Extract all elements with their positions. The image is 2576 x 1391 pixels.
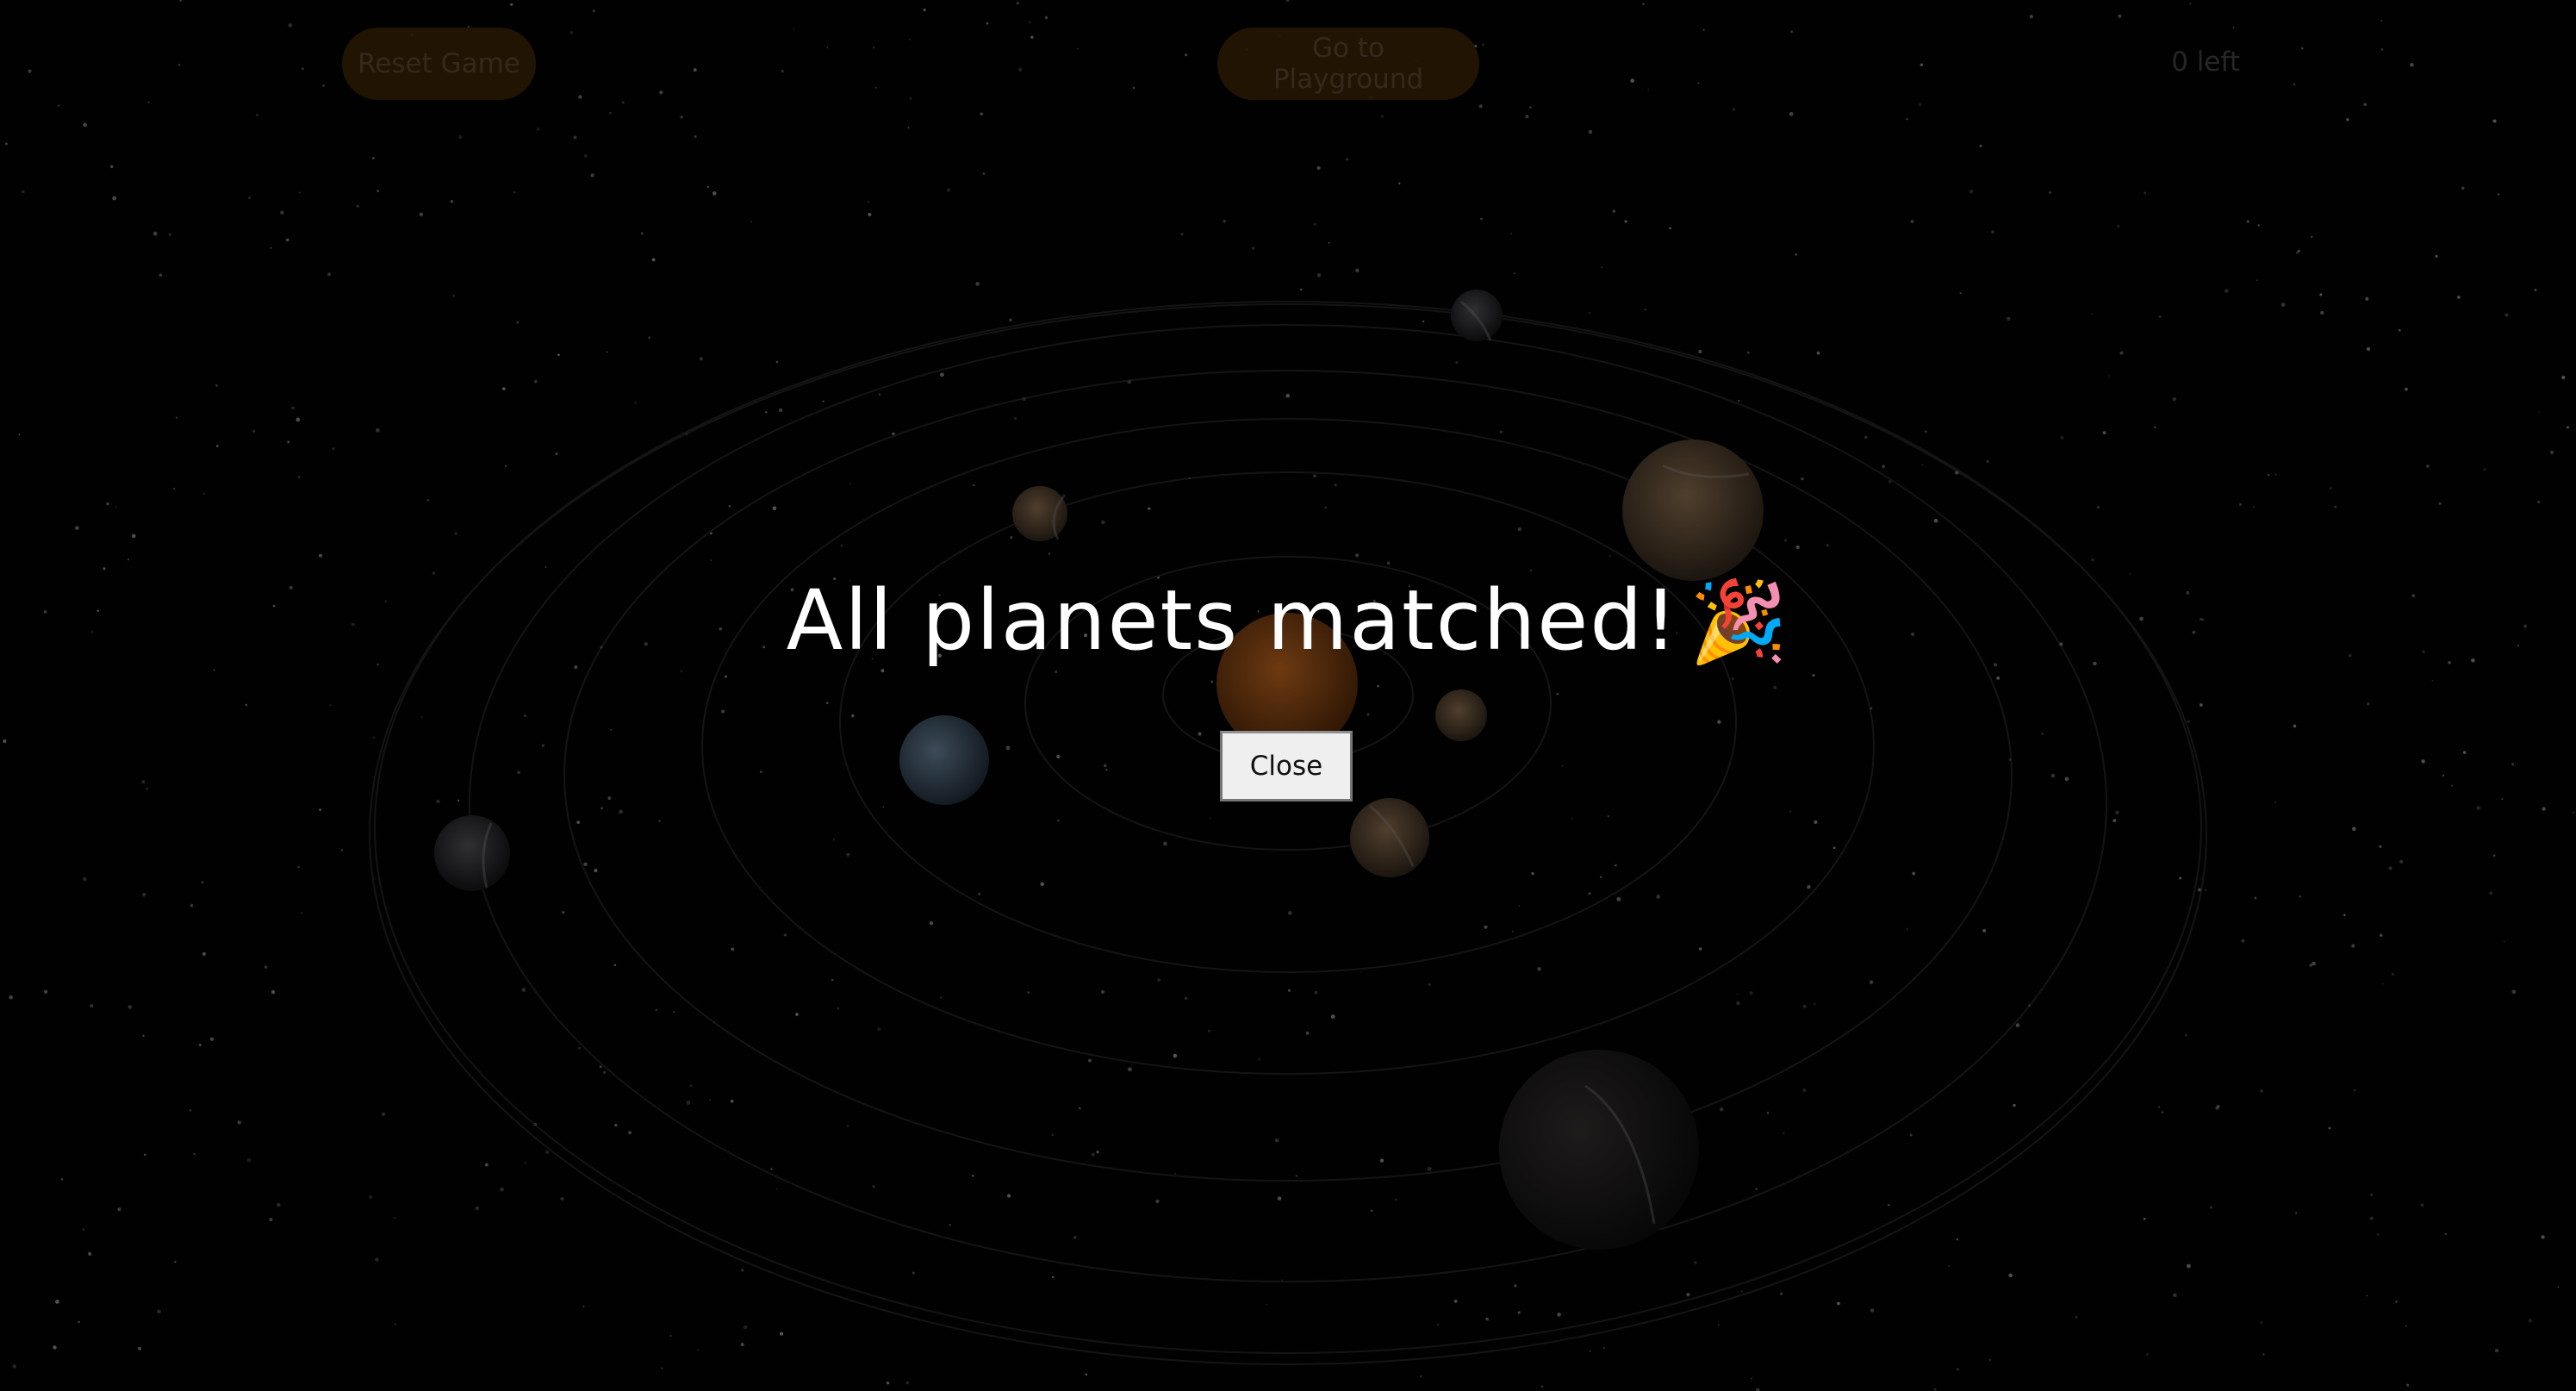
close-button[interactable]: Close <box>1220 731 1353 802</box>
win-dialog: All planets matched! 🎉 <box>0 579 2576 662</box>
party-popper-icon: 🎉 <box>1689 576 1790 668</box>
game-stage: Reset Game Go to Playground 0 left All p… <box>0 0 2576 1391</box>
win-message-text: All planets matched! <box>786 572 1679 669</box>
win-modal-overlay: All planets matched! 🎉 Close <box>0 0 2576 1391</box>
